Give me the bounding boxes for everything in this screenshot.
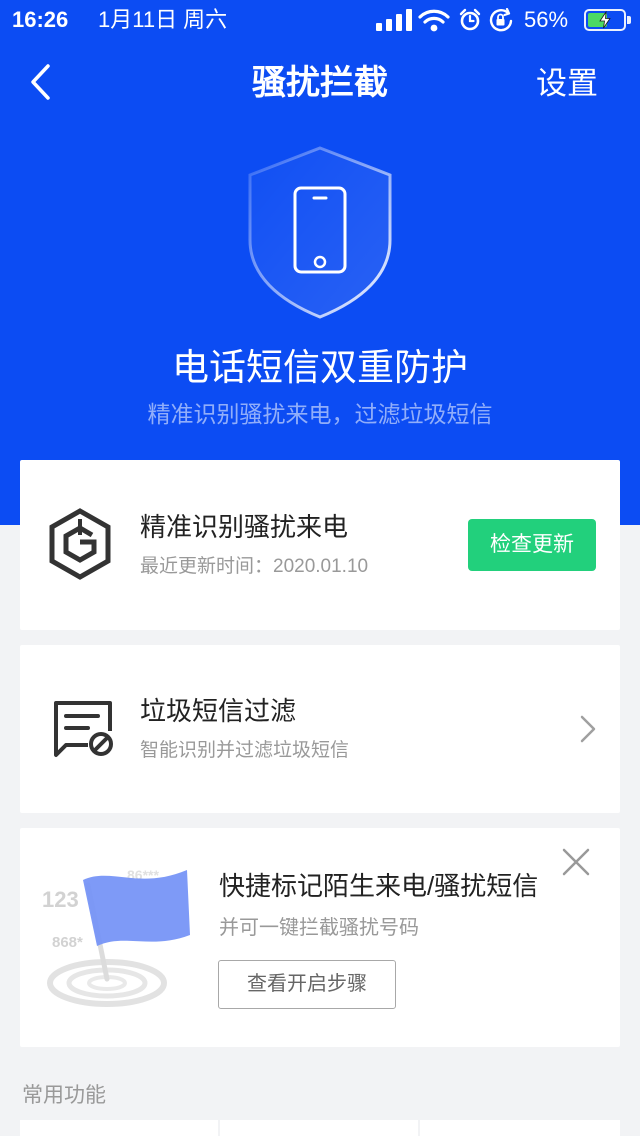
wifi-arc-middle xyxy=(423,16,445,24)
wifi-dot xyxy=(430,24,438,32)
alarm-icon xyxy=(459,8,481,31)
sms-filter-card[interactable]: 垃圾短信过滤 智能识别并过滤垃圾短信 xyxy=(20,645,620,813)
quick-mark-card: 123 868* 86*** 快捷标记陌生来电/骚扰短信 并可一键拦截骚扰号码 … xyxy=(20,828,620,1047)
call-identify-card: 精准识别骚扰来电 最近更新时间：2020.01.10 检查更新 xyxy=(20,460,620,630)
signal-icon xyxy=(376,9,412,31)
quick-mark-subtitle: 并可一键拦截骚扰号码 xyxy=(219,917,419,939)
rotation-lock-icon xyxy=(489,8,513,32)
signal-bar-1 xyxy=(376,23,382,31)
check-update-button[interactable]: 检查更新 xyxy=(468,519,596,571)
close-stroke xyxy=(562,848,590,876)
charging-bolt-icon xyxy=(599,11,611,29)
signal-bar-2 xyxy=(386,19,392,31)
battery-percent: 56% xyxy=(524,7,569,32)
hero-title: 电话短信双重防护 xyxy=(172,347,468,388)
signal-bar-4 xyxy=(406,9,412,31)
message-lines xyxy=(64,714,100,730)
battery-charging-icon xyxy=(584,9,626,31)
feature-cell-2[interactable] xyxy=(220,1120,418,1136)
wifi-arc-outer xyxy=(418,9,450,19)
hero-subtitle: 精准识别骚扰来电，过滤垃圾短信 xyxy=(147,401,493,427)
flag-radar-illustration: 123 868* 86*** xyxy=(42,867,190,1007)
hexagon-g-icon xyxy=(49,508,111,580)
sms-filter-subtitle: 智能识别并过滤垃圾短信 xyxy=(140,740,350,761)
chevron-right-icon[interactable] xyxy=(576,713,598,745)
status-time: 16:26 xyxy=(12,7,69,32)
shield-phone-icon xyxy=(248,146,392,319)
shield-outline xyxy=(248,146,392,319)
quick-mark-title: 快捷标记陌生来电/骚扰短信 xyxy=(219,871,539,901)
chevron-right-stroke xyxy=(580,715,596,743)
feature-cell-1[interactable] xyxy=(20,1120,218,1136)
lock-shackle xyxy=(497,13,504,19)
call-identify-title: 精准识别骚扰来电 xyxy=(140,512,349,542)
view-steps-button[interactable]: 查看开启步骤 xyxy=(218,960,396,1009)
wifi-icon xyxy=(418,9,450,32)
illustration-number-1: 123 xyxy=(42,887,79,912)
message-block-icon xyxy=(54,701,113,757)
close-icon[interactable] xyxy=(560,846,592,878)
common-features-label: 常用功能 xyxy=(22,1084,106,1107)
sms-filter-title: 垃圾短信过滤 xyxy=(140,696,297,726)
illustration-number-2: 868* xyxy=(52,934,83,951)
settings-button[interactable]: 设置 xyxy=(528,62,606,106)
flag-cloth xyxy=(83,870,190,946)
bolt-shape xyxy=(599,11,611,29)
signal-bar-3 xyxy=(396,14,402,31)
lock-body xyxy=(496,19,505,26)
update-time-text: 最近更新时间：2020.01.10 xyxy=(140,556,369,577)
status-date: 1月11日 周六 xyxy=(98,7,228,32)
battery-nub xyxy=(627,16,631,24)
feature-cell-3[interactable] xyxy=(420,1120,620,1136)
alarm-hands xyxy=(468,14,475,23)
